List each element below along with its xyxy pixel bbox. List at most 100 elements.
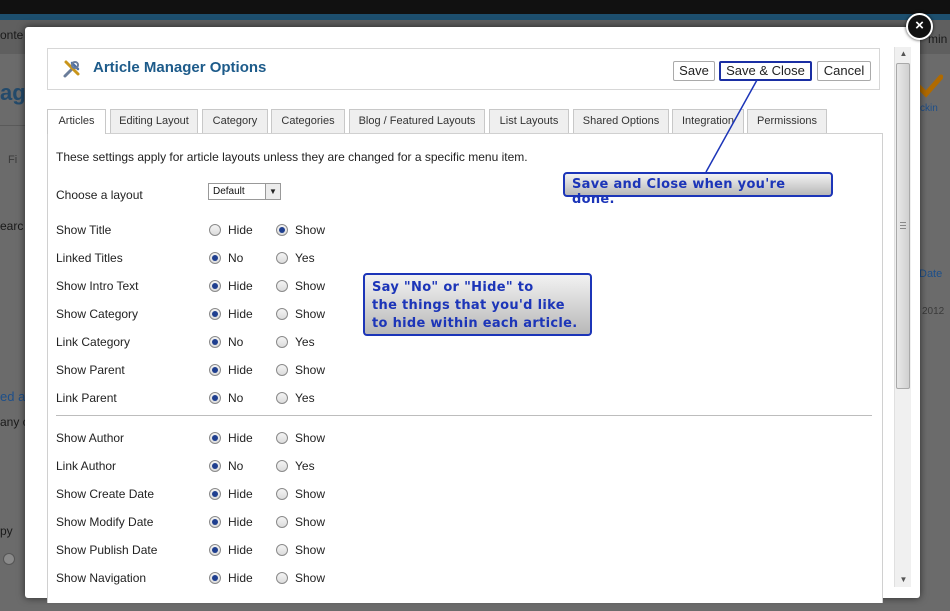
tab-categories[interactable]: Categories [271,109,345,133]
radio-option-1[interactable] [209,364,221,376]
radio-option-2-label[interactable]: Show [295,363,325,377]
bg-date-value: 2012 [922,306,945,317]
callout-hide-line-1: Say "No" or "Hide" to [372,280,534,295]
layout-select[interactable]: Default ▼ [208,183,281,200]
bg-py: py [0,524,13,538]
radio-option-2[interactable] [276,432,288,444]
admin-topbar [0,0,950,14]
callout-hide-line-3: to hide within each article. [372,316,578,331]
checkmark-icon [917,74,943,98]
page-title: Article Manager Options [93,59,267,76]
radio-option-1-label[interactable]: Hide [228,363,253,377]
bg-menu-admin: min [928,32,948,46]
tab-integration[interactable]: Integration [672,109,744,133]
tab-blog-featured-layouts[interactable]: Blog / Featured Layouts [349,109,485,133]
radio-option-1[interactable] [209,544,221,556]
radio-option-1-label[interactable]: Hide [228,515,253,529]
tab-articles[interactable]: Articles [47,109,106,134]
radio-option-2-label[interactable]: Yes [295,459,315,473]
radio-option-1[interactable] [209,252,221,264]
radio-option-1-label[interactable]: Hide [228,279,253,293]
callout-save-close: Save and Close when you're done. [563,172,833,207]
radio-option-1[interactable] [209,488,221,500]
layout-select-value: Default [213,186,245,197]
radio-option-1[interactable] [209,392,221,404]
chevron-down-icon: ▼ [265,184,280,199]
radio-option-2-label[interactable]: Show [295,431,325,445]
option-label: Show Parent [56,363,125,377]
radio-option-2-label[interactable]: Show [295,515,325,529]
radio-option-2[interactable] [276,308,288,320]
radio-option-1[interactable] [209,308,221,320]
radio-option-1[interactable] [209,460,221,472]
tab-list-layouts[interactable]: List Layouts [489,109,569,133]
radio-option-2[interactable] [276,516,288,528]
option-label: Link Parent [56,391,117,405]
option-label: Show Category [56,307,139,321]
tab-editing-layout[interactable]: Editing Layout [110,109,198,133]
bg-title: ag [0,80,26,105]
radio-option-1-label[interactable]: No [228,459,243,473]
option-label: Linked Titles [56,251,123,265]
section-divider [56,415,872,416]
tab-category[interactable]: Category [202,109,268,133]
scroll-down-icon[interactable]: ▼ [895,573,912,587]
bg-menu-content: onte [0,28,24,42]
scroll-up-icon[interactable]: ▲ [895,47,912,61]
bg-linked: ed a [0,389,26,404]
radio-option-2-label[interactable]: Yes [295,391,315,405]
radio-option-2[interactable] [276,572,288,584]
radio-option-1[interactable] [209,336,221,348]
radio-option-1[interactable] [209,516,221,528]
radio-option-1-label[interactable]: No [228,251,243,265]
radio-option-1[interactable] [209,280,221,292]
radio-option-2[interactable] [276,392,288,404]
radio-option-1-label[interactable]: No [228,391,243,405]
articles-panel: These settings apply for article layouts… [47,133,883,603]
radio-option-2[interactable] [276,280,288,292]
radio-option-1-label[interactable]: Hide [228,431,253,445]
radio-option-2[interactable] [276,364,288,376]
bg-search: earc [0,219,24,233]
radio-option-1-label[interactable]: No [228,335,243,349]
radio-option-2-label[interactable]: Show [295,571,325,585]
bg-radio [3,553,15,565]
radio-option-2[interactable] [276,488,288,500]
radio-option-2[interactable] [276,336,288,348]
options-tabs: Articles Editing Layout Category Categor… [47,109,883,134]
radio-option-2-label[interactable]: Show [295,279,325,293]
tab-permissions[interactable]: Permissions [747,109,827,133]
radio-option-1-label[interactable]: Hide [228,487,253,501]
radio-option-1[interactable] [209,572,221,584]
radio-option-1-label[interactable]: Hide [228,543,253,557]
radio-option-1[interactable] [209,432,221,444]
save-button[interactable]: Save [673,61,715,81]
toolbar-header: Article Manager Options Save Save & Clos… [47,48,880,90]
option-label: Link Category [56,335,131,349]
grip-icon [900,222,906,229]
radio-option-1-label[interactable]: Hide [228,223,253,237]
cancel-button[interactable]: Cancel [817,61,871,81]
radio-option-2-label[interactable]: Show [295,223,325,237]
radio-option-2-label[interactable]: Show [295,307,325,321]
scrollbar-thumb[interactable] [896,63,910,389]
radio-option-2[interactable] [276,252,288,264]
radio-option-2[interactable] [276,544,288,556]
option-label: Link Author [56,459,117,473]
radio-option-2-label[interactable]: Yes [295,251,315,265]
radio-option-2-label[interactable]: Yes [295,335,315,349]
radio-option-2-label[interactable]: Show [295,487,325,501]
option-label: Show Author [56,431,125,445]
radio-option-2[interactable] [276,460,288,472]
radio-option-2-label[interactable]: Show [295,543,325,557]
radio-option-1-label[interactable]: Hide [228,307,253,321]
modal-scrollbar[interactable]: ▲ ▼ [894,47,911,587]
option-label: Show Intro Text [56,279,139,293]
option-label: Show Publish Date [56,543,158,557]
radio-option-2[interactable] [276,224,288,236]
close-icon[interactable]: × [906,13,933,40]
radio-option-1[interactable] [209,224,221,236]
radio-option-1-label[interactable]: Hide [228,571,253,585]
tab-shared-options[interactable]: Shared Options [573,109,669,133]
save-close-button[interactable]: Save & Close [719,61,812,81]
